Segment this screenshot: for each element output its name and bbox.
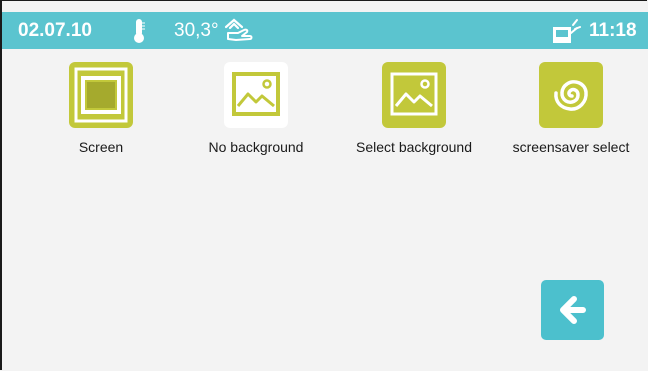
no-background-icon-box[interactable] <box>224 62 288 128</box>
spiral-icon <box>554 80 588 111</box>
screensaver-icon-box[interactable] <box>539 62 603 128</box>
status-date: 02.07.10 <box>18 20 92 41</box>
status-bar: 02.07.10 30,3° 11:18 <box>2 12 648 49</box>
screen-icon-box[interactable] <box>69 62 133 128</box>
status-time: 11:18 <box>589 20 637 41</box>
tile-label: screensaver select <box>512 139 630 155</box>
image-icon <box>390 72 438 116</box>
select-background-icon-box[interactable] <box>382 62 446 128</box>
screen-icon <box>74 67 128 123</box>
status-temperature: 30,3° <box>174 20 219 41</box>
arrow-left-icon <box>560 296 586 324</box>
intercom-icon <box>553 19 581 43</box>
back-button[interactable] <box>541 280 604 340</box>
hand-gesture-icon <box>224 18 253 41</box>
thermometer-icon <box>134 19 145 43</box>
tile-label: No background <box>208 139 304 155</box>
tile-label: Screen <box>78 139 124 155</box>
image-icon <box>232 72 280 116</box>
tile-label: Select background <box>356 139 472 155</box>
